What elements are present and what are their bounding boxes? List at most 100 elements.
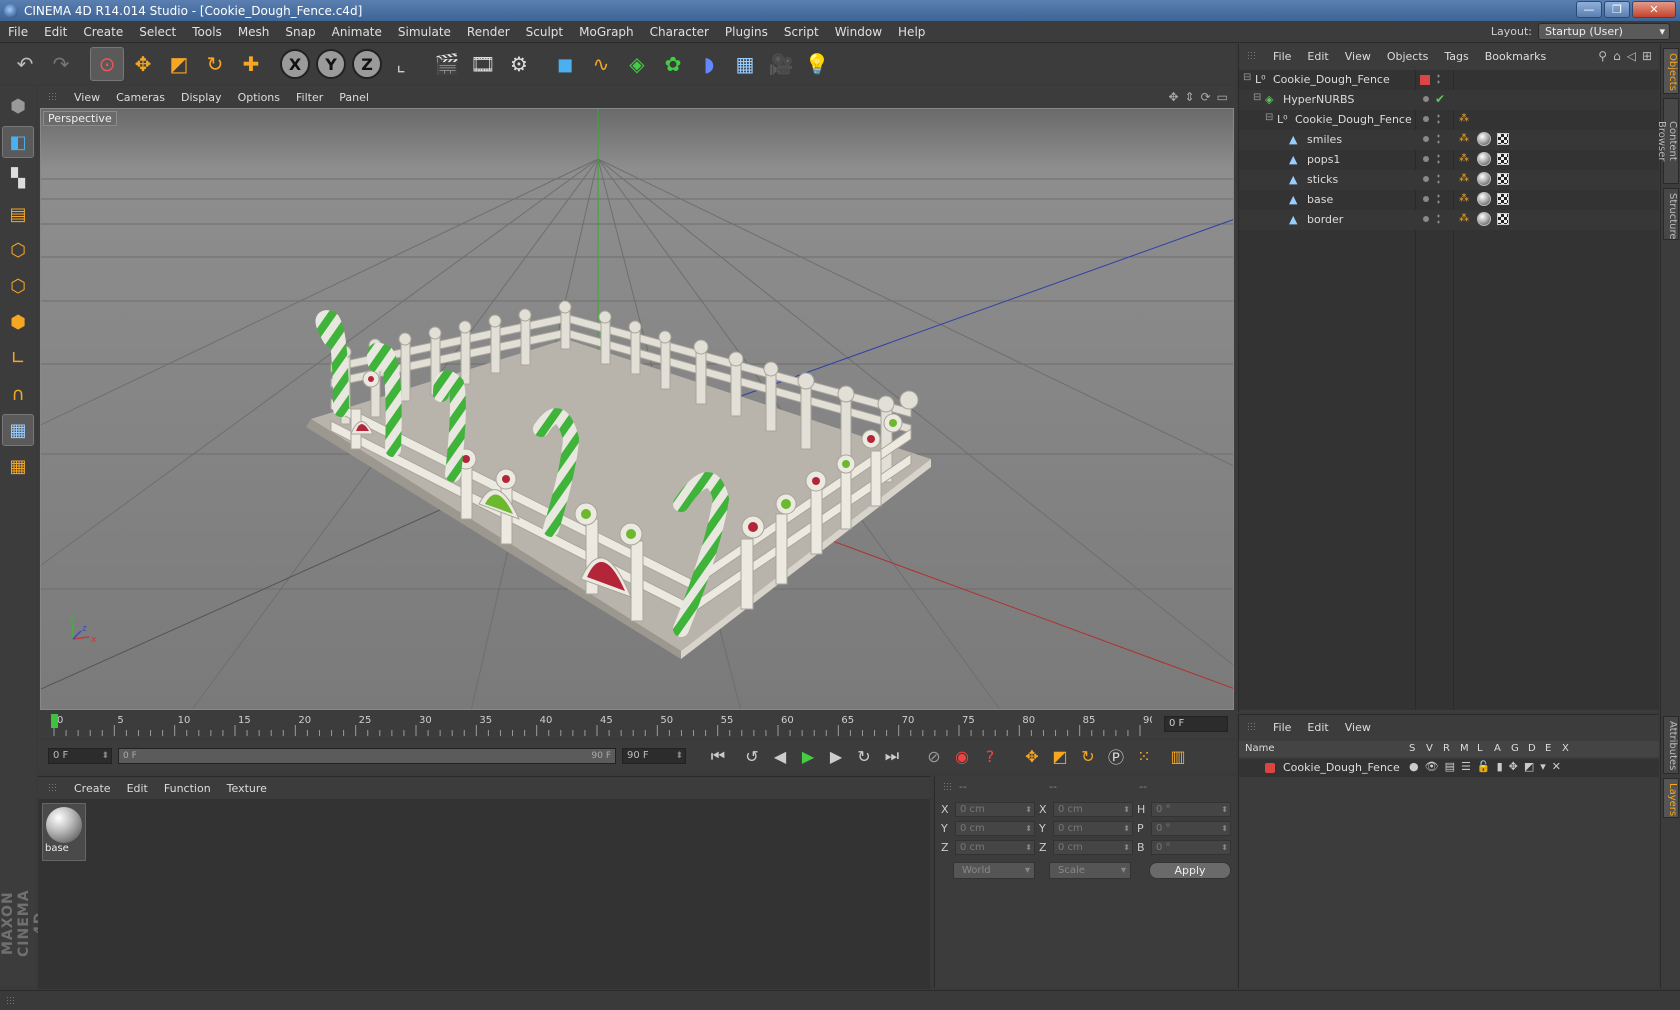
render-toggle-icon[interactable] <box>1437 173 1440 185</box>
timeline-window-icon[interactable]: ▥ <box>1164 743 1192 769</box>
menu-mesh[interactable]: Mesh <box>230 25 278 39</box>
model-mode-icon[interactable]: ◧ <box>2 126 34 158</box>
menu-window[interactable]: Window <box>827 25 890 39</box>
timeline[interactable]: 051015202530354045505560657075808590 0 F <box>38 712 1236 738</box>
previous-keyframe-icon[interactable]: ↺ <box>738 743 766 769</box>
layer-col-render[interactable]: R <box>1443 743 1450 754</box>
manager-list-icon[interactable]: ☰ <box>1461 760 1471 773</box>
maximize-button[interactable]: ❐ <box>1604 1 1630 18</box>
render-toggle-icon[interactable] <box>1437 213 1440 225</box>
rotate-icon[interactable]: ↻ <box>198 47 232 81</box>
viewport-menu-options[interactable]: Options <box>230 91 288 104</box>
timeline-ruler[interactable]: 051015202530354045505560657075808590 <box>42 712 1152 738</box>
viewport-menu-panel[interactable]: Panel <box>331 91 377 104</box>
uvw-tag-icon[interactable] <box>1497 173 1509 185</box>
search-icon[interactable]: ⚲ <box>1598 49 1607 63</box>
tree-row[interactable]: ⊟ L⁰ Cookie_Dough_Fence ⁂ <box>1239 110 1659 130</box>
tree-row[interactable]: ⊟ L⁰ Cookie_Dough_Fence <box>1239 70 1659 90</box>
size-mode-dropdown[interactable]: Scale <box>1049 862 1131 879</box>
viewport-menu-cameras[interactable]: Cameras <box>108 91 173 104</box>
object-menu-file[interactable]: File <box>1265 50 1299 63</box>
phong-tag-icon[interactable]: ⁂ <box>1459 133 1469 144</box>
axis-mode-icon[interactable]: ∟ <box>2 342 34 374</box>
render-view-icon[interactable]: 🎬 <box>430 47 464 81</box>
layer-menu-file[interactable]: File <box>1265 721 1299 734</box>
panel-grip-icon[interactable] <box>48 92 58 102</box>
material-tag-icon[interactable] <box>1477 212 1491 226</box>
visibility-toggle-icon[interactable] <box>1437 73 1440 85</box>
minimize-button[interactable]: — <box>1576 1 1602 18</box>
coordinate-system-icon[interactable]: ⌞ <box>384 47 418 81</box>
tree-row[interactable]: ▲ base ⁂ <box>1239 190 1659 210</box>
polygons-mode-icon[interactable]: ⬢ <box>2 306 34 338</box>
material-tag-icon[interactable] <box>1477 152 1491 166</box>
tab-layers[interactable]: Layers <box>1663 778 1679 818</box>
coordinate-mode-dropdown[interactable]: World <box>953 862 1035 879</box>
key-point-level-icon[interactable]: ⁙ <box>1130 743 1158 769</box>
viewport-menu-display[interactable]: Display <box>173 91 230 104</box>
add-icon[interactable]: ✚ <box>234 47 268 81</box>
material-menu-create[interactable]: Create <box>66 782 119 795</box>
panel-grip-icon[interactable] <box>943 782 953 792</box>
uvw-tag-icon[interactable] <box>1497 133 1509 145</box>
expressions-icon[interactable]: ▾ <box>1540 760 1546 773</box>
xref-icon[interactable]: ✕ <box>1552 760 1561 773</box>
material-swatch[interactable]: base <box>42 803 86 861</box>
menu-render[interactable]: Render <box>459 25 518 39</box>
object-menu-tags[interactable]: Tags <box>1436 50 1476 63</box>
tree-row[interactable]: ▲ sticks ⁂ <box>1239 170 1659 190</box>
next-frame-icon[interactable]: ▶ <box>822 743 850 769</box>
solo-dot-icon[interactable]: ● <box>1409 760 1419 773</box>
menu-snap[interactable]: Snap <box>277 25 323 39</box>
menu-script[interactable]: Script <box>776 25 827 39</box>
size-z-field[interactable]: 0 cm <box>1053 840 1133 855</box>
layer-col-animation[interactable]: A <box>1494 743 1501 754</box>
lock-icon[interactable]: 🔓 <box>1477 760 1491 773</box>
back-icon[interactable]: ◁ <box>1627 49 1636 63</box>
record-keys-icon[interactable]: ⊘ <box>920 743 948 769</box>
nurbs-icon[interactable]: ◈ <box>620 47 654 81</box>
visibility-toggle-icon[interactable] <box>1423 96 1429 102</box>
next-keyframe-icon[interactable]: ↻ <box>850 743 878 769</box>
home-icon[interactable]: ⌂ <box>1613 49 1621 63</box>
locked-workplane-icon[interactable]: ▦ <box>2 450 34 482</box>
menu-character[interactable]: Character <box>642 25 717 39</box>
tree-row[interactable]: ▲ smiles ⁂ <box>1239 130 1659 150</box>
collapse-icon[interactable]: ⊟ <box>1243 72 1251 83</box>
menu-plugins[interactable]: Plugins <box>717 25 776 39</box>
frame-range-slider[interactable]: 0 F 90 F <box>118 748 616 764</box>
playhead-marker[interactable] <box>51 714 58 728</box>
scale-icon[interactable]: ◩ <box>162 47 196 81</box>
visibility-toggle-icon[interactable] <box>1423 116 1429 122</box>
layer-col-generators[interactable]: G <box>1511 743 1519 754</box>
key-scale-icon[interactable]: ◩ <box>1046 743 1074 769</box>
floor-icon[interactable]: ▦ <box>728 47 762 81</box>
phong-tag-icon[interactable]: ⁂ <box>1459 173 1469 184</box>
panel-grip-icon[interactable] <box>1247 722 1257 732</box>
points-mode-icon[interactable]: ⬡ <box>2 234 34 266</box>
collapse-icon[interactable]: ⊟ <box>1265 112 1273 123</box>
go-to-start-icon[interactable]: ⏮ <box>704 743 732 769</box>
visibility-toggle-icon[interactable] <box>1423 216 1429 222</box>
end-frame-field[interactable]: 90 F <box>622 748 686 764</box>
workplane-lock-icon[interactable]: ▦ <box>2 414 34 446</box>
view-eye-icon[interactable]: 👁 <box>1425 760 1439 773</box>
render-clapper-icon[interactable]: ▤ <box>1445 760 1455 773</box>
move-icon[interactable]: ✥ <box>126 47 160 81</box>
layer-color-icon[interactable] <box>1265 763 1275 773</box>
collapse-icon[interactable]: ⊟ <box>1253 92 1261 103</box>
position-x-field[interactable]: 0 cm <box>955 802 1035 817</box>
menu-tools[interactable]: Tools <box>184 25 230 39</box>
layer-col-name[interactable]: Name <box>1245 743 1275 754</box>
edges-mode-icon[interactable]: ⬡ <box>2 270 34 302</box>
render-toggle-icon[interactable] <box>1437 133 1440 145</box>
menu-file[interactable]: File <box>0 25 36 39</box>
phong-tag-icon[interactable]: ⁂ <box>1459 113 1469 124</box>
x-axis-lock-button[interactable]: X <box>280 49 310 79</box>
material-menu-function[interactable]: Function <box>156 782 219 795</box>
size-x-field[interactable]: 0 cm <box>1053 802 1133 817</box>
render-toggle-icon[interactable] <box>1437 153 1440 165</box>
panel-grip-icon[interactable] <box>1247 51 1257 61</box>
object-menu-objects[interactable]: Objects <box>1379 50 1437 63</box>
rotation-p-field[interactable]: 0 ° <box>1151 821 1231 836</box>
